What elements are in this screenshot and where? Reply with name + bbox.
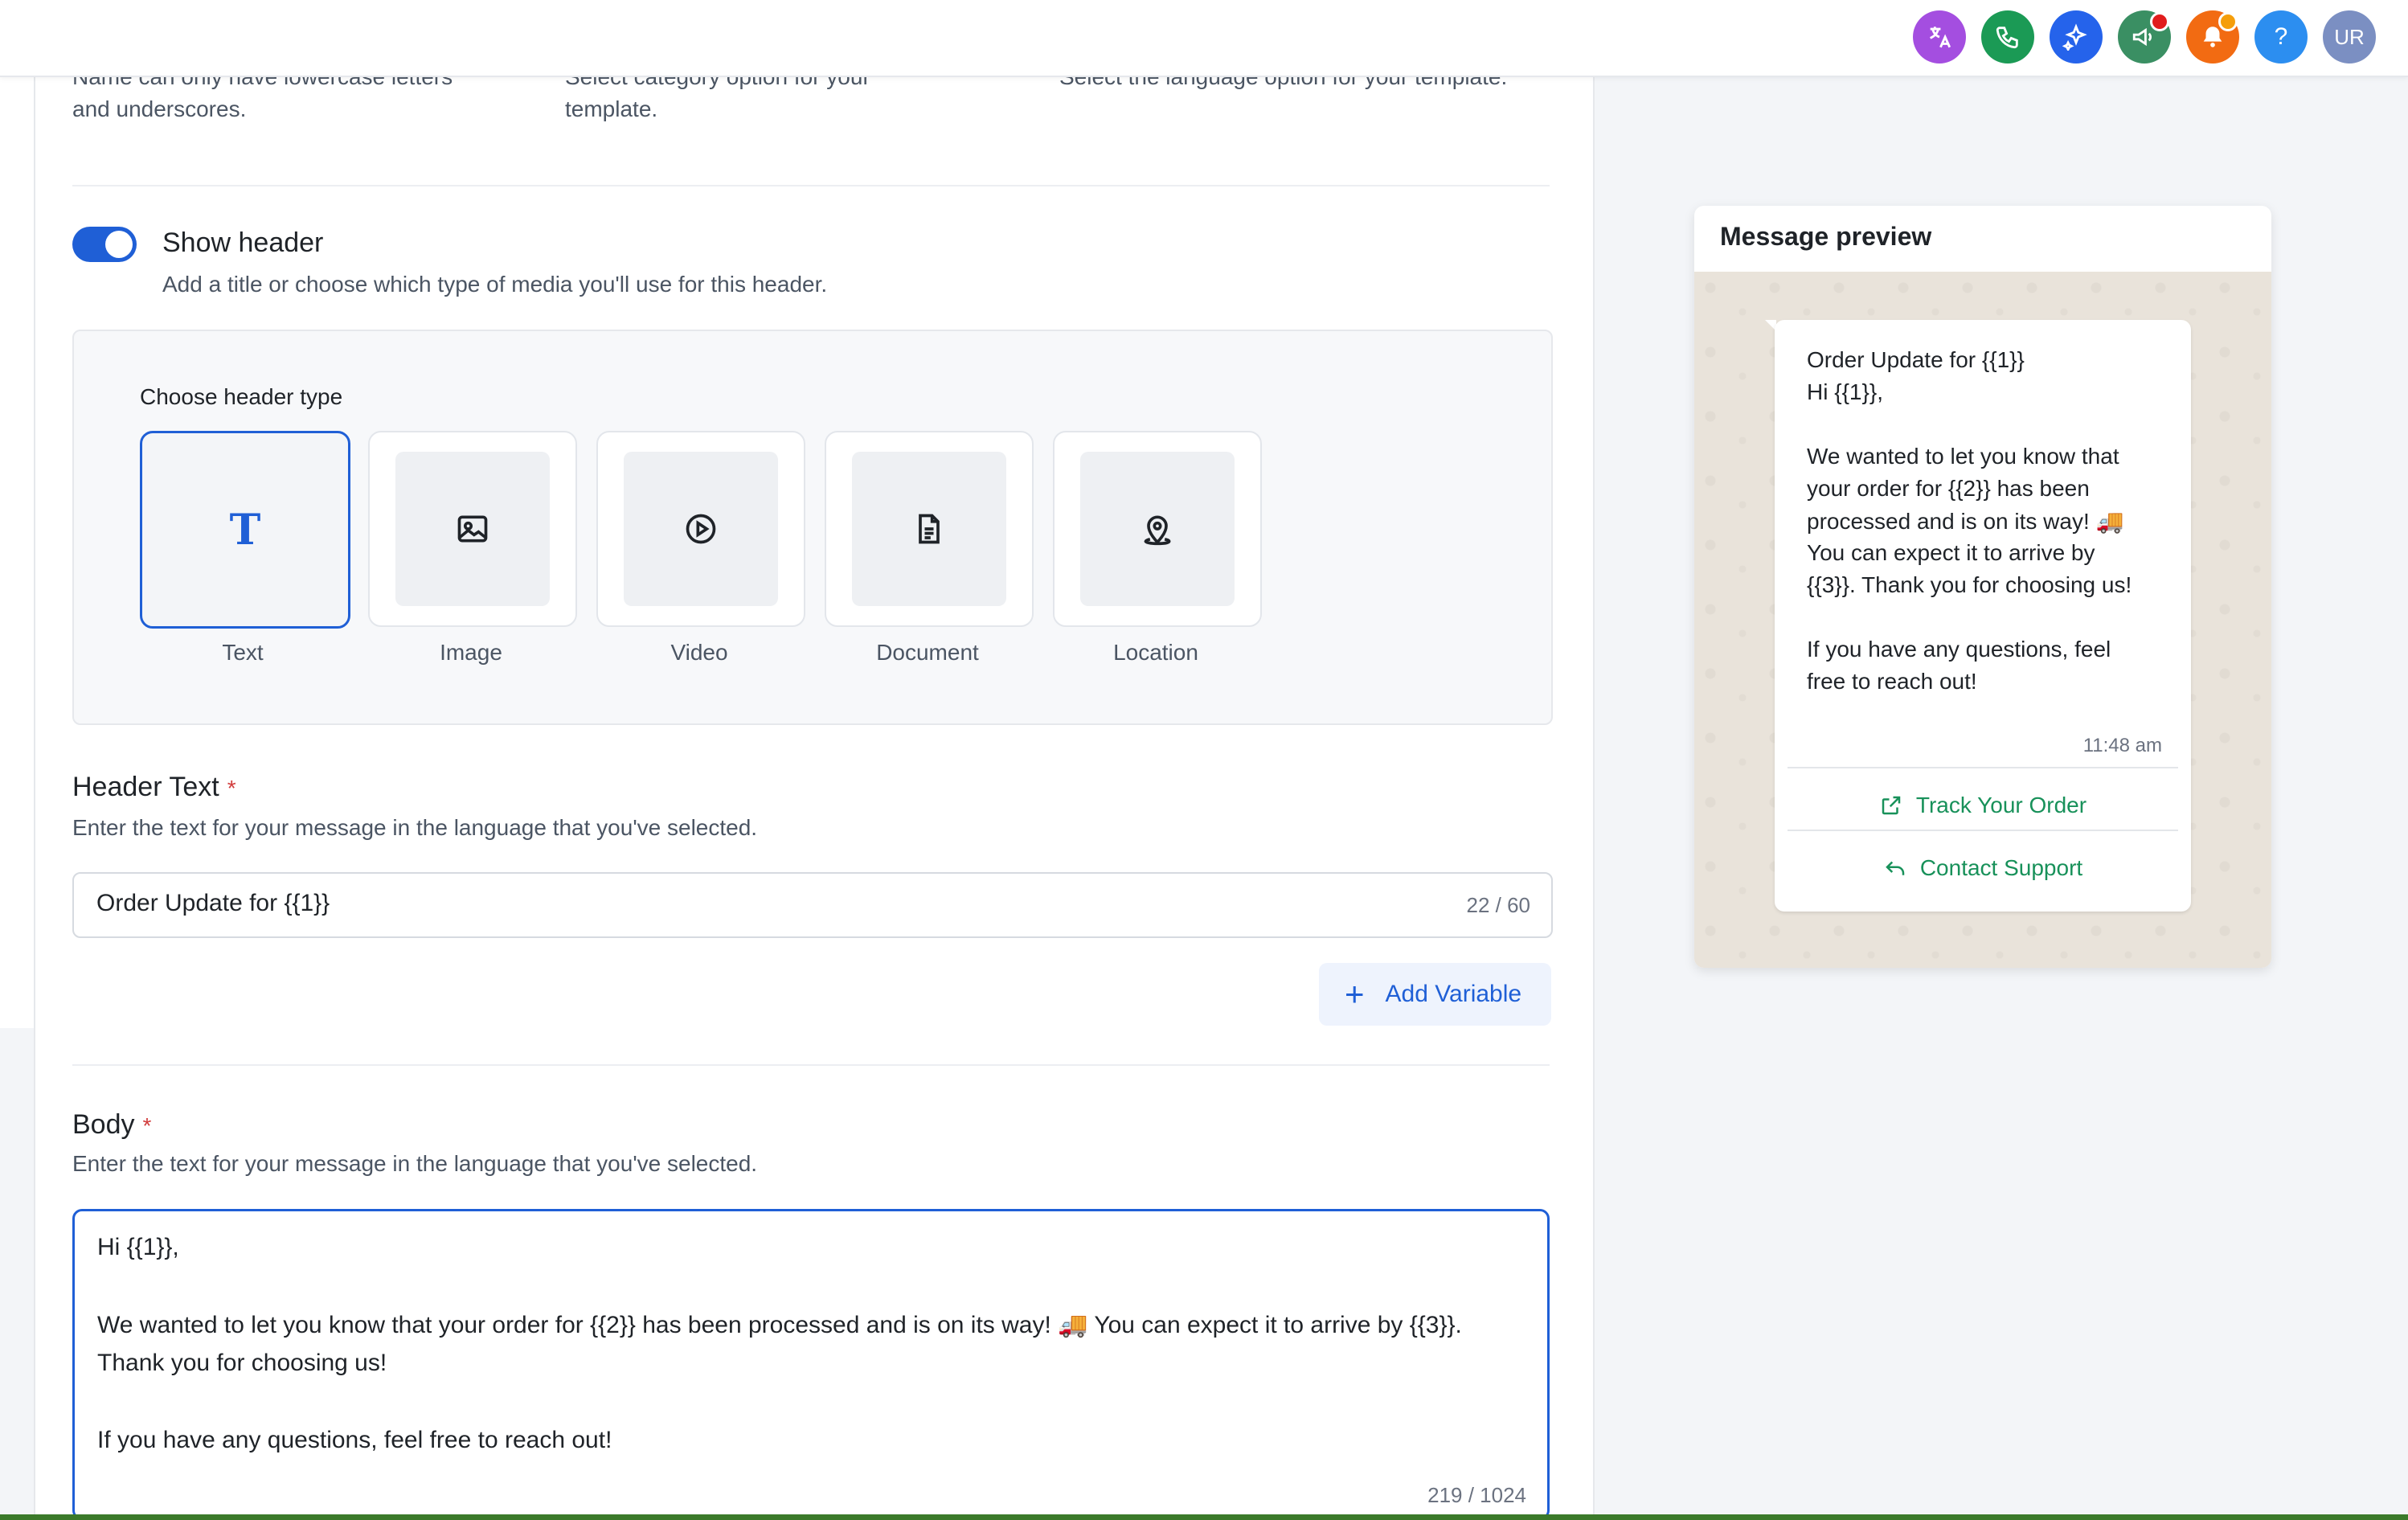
preview-header: Order Update for {{1}} xyxy=(1807,347,2025,372)
body-textarea[interactable]: Hi {{1}}, We wanted to let you know that… xyxy=(72,1209,1550,1520)
preview-line: your order for {{2}} has been xyxy=(1807,476,2090,501)
preview-line: If you have any questions, feel xyxy=(1807,637,2111,662)
header-text-title: Header Text * xyxy=(72,772,236,802)
body-line: Thank you for choosing us! xyxy=(97,1350,387,1376)
message-preview-card: Message preview Order Update for {{1}} H… xyxy=(1694,206,2271,968)
body-line: Hi {{1}}, xyxy=(97,1234,179,1260)
preview-line: You can expect it to arrive by xyxy=(1807,540,2095,565)
notification-badge xyxy=(2150,12,2169,31)
phone-icon[interactable] xyxy=(1981,10,2034,64)
divider xyxy=(72,185,1550,186)
megaphone-icon[interactable] xyxy=(2118,10,2171,64)
header-type-text[interactable]: T xyxy=(140,431,350,629)
add-variable-label: Add Variable xyxy=(1385,981,1522,1007)
body-counter: 219 / 1024 xyxy=(1427,1483,1526,1507)
body-description: Enter the text for your message in the l… xyxy=(72,1151,758,1176)
preview-line: free to reach out! xyxy=(1807,669,1977,694)
header-type-panel: Choose header type T Text Image Video Do… xyxy=(72,330,1553,725)
message-preview-title: Message preview xyxy=(1720,222,1932,251)
show-header-description: Add a title or choose which type of medi… xyxy=(162,272,828,297)
chat-background: Order Update for {{1}} Hi {{1}}, We want… xyxy=(1694,272,2271,968)
message-time: 11:48 am xyxy=(2082,735,2162,756)
track-order-button[interactable]: Track Your Order xyxy=(1775,781,2191,830)
header-type-label: Location xyxy=(1113,640,1198,665)
show-header-label: Show header xyxy=(162,227,324,258)
document-icon xyxy=(852,452,1006,606)
track-order-label: Track Your Order xyxy=(1915,793,2087,817)
body-line: If you have any questions, feel free to … xyxy=(97,1427,612,1453)
header-type-label: Document xyxy=(876,640,979,665)
required-mark: * xyxy=(142,1113,152,1139)
preview-line: Hi {{1}}, xyxy=(1807,379,1883,404)
video-play-icon xyxy=(624,452,778,606)
header-type-label: Image xyxy=(440,640,502,665)
plus-icon: + xyxy=(1345,975,1365,1013)
bottom-strip xyxy=(0,1514,2408,1520)
show-header-toggle[interactable] xyxy=(72,227,137,262)
header-type-document[interactable] xyxy=(825,431,1034,627)
text-type-icon: T xyxy=(229,505,261,555)
preview-line: processed and is on its way! 🚚 xyxy=(1807,509,2124,534)
reply-icon xyxy=(1886,861,1905,875)
header-type-location[interactable] xyxy=(1053,431,1262,627)
header-text-input[interactable]: Order Update for {{1}} 22 / 60 xyxy=(72,872,1553,938)
sparkle-icon[interactable] xyxy=(2050,10,2103,64)
location-pin-icon xyxy=(1080,452,1235,606)
header-text-description: Enter the text for your message in the l… xyxy=(72,815,758,840)
header-text-counter: 22 / 60 xyxy=(1466,893,1530,917)
body-title: Body * xyxy=(72,1109,152,1140)
contact-support-label: Contact Support xyxy=(1919,855,2083,880)
add-variable-button[interactable]: + Add Variable xyxy=(1319,963,1551,1026)
toggle-knob xyxy=(105,231,133,258)
choose-header-type-label: Choose header type xyxy=(140,384,343,409)
header-type-label: Video xyxy=(670,640,728,665)
notification-badge xyxy=(2218,12,2238,31)
divider xyxy=(1788,767,2178,768)
avatar[interactable]: UR xyxy=(2323,10,2376,64)
image-icon xyxy=(395,452,550,606)
message-bubble: Order Update for {{1}} Hi {{1}}, We want… xyxy=(1775,320,2191,912)
required-mark: * xyxy=(227,776,236,801)
divider xyxy=(72,1064,1550,1066)
header-type-label: Text xyxy=(222,640,264,665)
body-line: We wanted to let you know that your orde… xyxy=(97,1312,1462,1338)
top-bar: ? UR xyxy=(0,0,2408,77)
bell-icon[interactable] xyxy=(2186,10,2239,64)
help-icon[interactable]: ? xyxy=(2254,10,2308,64)
divider xyxy=(1788,830,2178,831)
top-bar-icons: ? UR xyxy=(1913,10,2376,64)
header-type-video[interactable] xyxy=(596,431,805,627)
translate-icon[interactable] xyxy=(1913,10,1966,64)
external-link-icon xyxy=(1882,796,1901,815)
header-type-image[interactable] xyxy=(368,431,577,627)
contact-support-button[interactable]: Contact Support xyxy=(1775,844,2191,892)
preview-line: We wanted to let you know that xyxy=(1807,444,2119,469)
preview-line: {{3}}. Thank you for choosing us! xyxy=(1807,572,2132,597)
header-text-value: Order Update for {{1}} xyxy=(96,890,330,916)
